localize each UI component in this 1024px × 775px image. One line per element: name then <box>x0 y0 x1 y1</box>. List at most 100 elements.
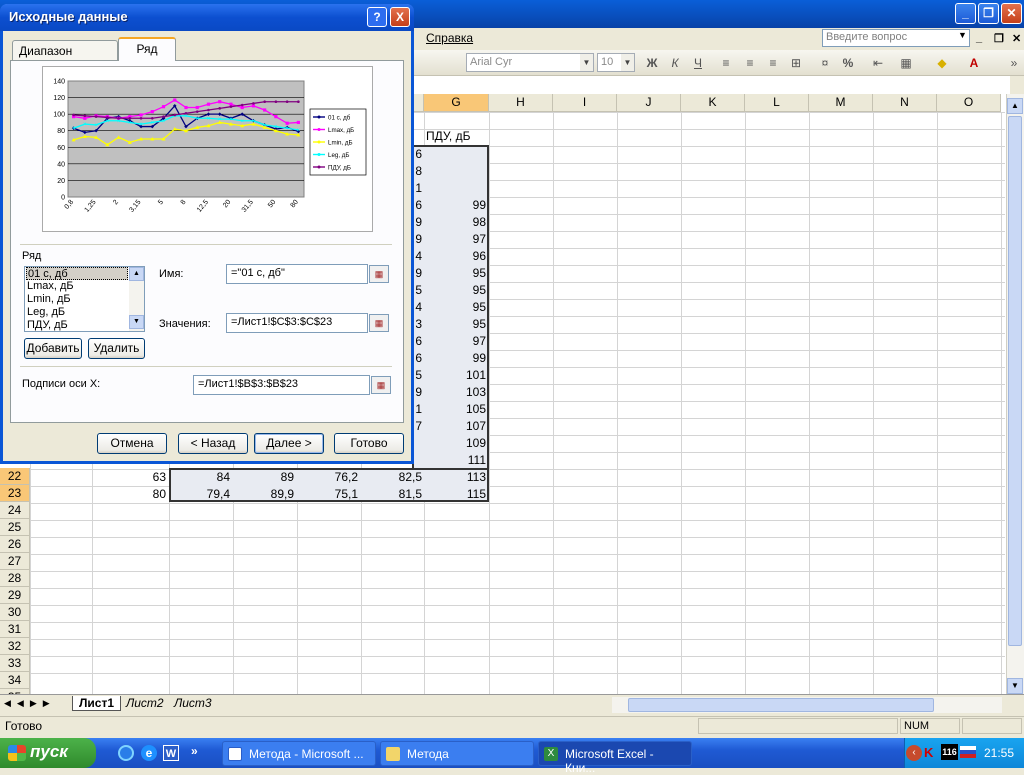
row-header-25[interactable]: 25 <box>0 519 30 536</box>
align-center-icon[interactable]: ≡ <box>740 54 760 72</box>
vertical-scroll-thumb[interactable] <box>1008 116 1022 646</box>
cell-g[interactable]: 103 <box>424 384 489 401</box>
row-header-27[interactable]: 27 <box>0 553 30 570</box>
row-header-23[interactable]: 23 <box>0 485 30 502</box>
cell-e23[interactable]: 75,1 <box>297 486 361 503</box>
tray-badge[interactable]: 116 <box>941 744 958 760</box>
cell-e22[interactable]: 76,2 <box>297 469 361 486</box>
row-header-30[interactable]: 30 <box>0 604 30 621</box>
row-header-34[interactable]: 34 <box>0 672 30 689</box>
column-header-o[interactable]: O <box>937 94 1001 112</box>
bold-button[interactable]: Ж <box>642 54 662 72</box>
sheet-tab-1[interactable]: Лист1 <box>72 696 122 711</box>
fill-color-icon[interactable]: ◆ <box>932 54 952 72</box>
column-header-k[interactable]: K <box>681 94 745 112</box>
finish-button[interactable]: Готово <box>334 433 404 454</box>
cell-g[interactable]: 99 <box>424 197 489 214</box>
word-icon[interactable]: W <box>163 745 179 761</box>
row-header-31[interactable]: 31 <box>0 621 30 638</box>
scroll-up-icon[interactable]: ▲ <box>1007 98 1023 114</box>
doc-close-icon[interactable]: ✕ <box>1012 32 1021 45</box>
collapse-dialog-icon[interactable]: ▦ <box>371 376 391 394</box>
series-list-scrollbar[interactable]: ▲ ▼ <box>129 267 144 331</box>
values-field[interactable]: =Лист1!$C$3:$C$23 <box>226 313 368 333</box>
cell-g[interactable]: 95 <box>424 316 489 333</box>
cell-g[interactable]: 97 <box>424 333 489 350</box>
cell-g2-header[interactable]: ПДУ, дБ <box>424 128 489 145</box>
next-button[interactable]: Далее > <box>254 433 324 454</box>
cell-g[interactable]: 98 <box>424 214 489 231</box>
percent-button[interactable]: % <box>838 54 858 72</box>
series-item-5[interactable]: ПДУ, дБ <box>26 319 128 332</box>
cell-g[interactable]: 95 <box>424 282 489 299</box>
close-button[interactable]: ✕ <box>1001 3 1022 24</box>
column-header-n[interactable]: N <box>873 94 937 112</box>
cell-d23[interactable]: 89,9 <box>233 486 297 503</box>
antivirus-icon[interactable]: K <box>924 745 933 760</box>
font-name-combo[interactable]: Arial Cyr ▼ <box>466 53 594 72</box>
minimize-button[interactable]: _ <box>955 3 976 24</box>
task-excel[interactable]: X Microsoft Excel - Кни... <box>538 741 692 775</box>
doc-minimize-icon[interactable]: _ <box>976 32 982 44</box>
series-item-3[interactable]: Lmin, дБ <box>26 293 128 306</box>
cell-g[interactable]: 99 <box>424 350 489 367</box>
row-header-22[interactable]: 22 <box>0 468 30 485</box>
sheet-tab-3[interactable]: Лист3 <box>174 696 212 710</box>
quicklaunch-more-icon[interactable]: » <box>191 744 198 758</box>
row-header-33[interactable]: 33 <box>0 655 30 672</box>
cell-g23[interactable]: 115 <box>424 486 489 503</box>
language-flag-icon[interactable] <box>960 746 976 758</box>
row-header-26[interactable]: 26 <box>0 536 30 553</box>
add-series-button[interactable]: Добавить <box>24 338 82 359</box>
font-color-icon[interactable]: A <box>964 54 984 72</box>
chevron-down-icon[interactable]: ▼ <box>580 54 593 71</box>
collapse-dialog-icon[interactable]: ▦ <box>369 265 389 283</box>
restore-button[interactable]: ❐ <box>978 3 999 24</box>
cell-g22[interactable]: 113 <box>424 469 489 486</box>
scroll-down-icon[interactable]: ▼ <box>1007 678 1023 694</box>
task-word-document[interactable]: Метода - Microsoft ... <box>222 741 376 766</box>
cell-g[interactable]: 95 <box>424 299 489 316</box>
cell-d22[interactable]: 89 <box>233 469 297 486</box>
remove-series-button[interactable]: Удалить <box>88 338 145 359</box>
help-button[interactable]: ? <box>367 7 387 27</box>
series-item-2[interactable]: Lmax, дБ <box>26 280 128 293</box>
cell-g[interactable]: 107 <box>424 418 489 435</box>
collapse-dialog-icon[interactable]: ▦ <box>369 314 389 332</box>
align-left-icon[interactable]: ≡ <box>716 54 736 72</box>
cell-g[interactable]: 96 <box>424 248 489 265</box>
borders-icon[interactable]: ▦ <box>896 54 916 72</box>
back-button[interactable]: < Назад <box>178 433 248 454</box>
column-header-j[interactable]: J <box>617 94 681 112</box>
series-item-4[interactable]: Leg, дБ <box>26 306 128 319</box>
row-header-24[interactable]: 24 <box>0 502 30 519</box>
ie-icon[interactable]: e <box>141 745 157 761</box>
tab-nav-arrows-icon[interactable]: ◀◀▶▶ <box>4 698 56 709</box>
cell-b23[interactable]: 80 <box>92 486 169 503</box>
cell-b22[interactable]: 63 <box>92 469 169 486</box>
cell-c22[interactable]: 84 <box>169 469 233 486</box>
decrease-indent-icon[interactable]: ⇤ <box>868 54 888 72</box>
currency-icon[interactable]: ¤ <box>815 54 835 72</box>
tab-data-range[interactable]: Диапазон данных <box>12 40 118 72</box>
row-header-29[interactable]: 29 <box>0 587 30 604</box>
menu-help[interactable]: Справка <box>426 31 473 45</box>
merge-center-icon[interactable]: ⊞ <box>786 54 806 72</box>
row-header-28[interactable]: 28 <box>0 570 30 587</box>
ask-question-box[interactable]: Введите вопрос <box>822 29 970 47</box>
toolbar-options-icon[interactable]: » <box>1004 54 1024 72</box>
cell-g[interactable]: 101 <box>424 367 489 384</box>
cell-g[interactable]: 105 <box>424 401 489 418</box>
sheet-tab-2[interactable]: Лист2 <box>126 696 164 710</box>
dialog-close-button[interactable]: X <box>390 7 410 27</box>
cell-g[interactable]: 97 <box>424 231 489 248</box>
align-right-icon[interactable]: ≡ <box>763 54 783 72</box>
cell-g[interactable]: 95 <box>424 265 489 282</box>
column-header-i[interactable]: I <box>553 94 617 112</box>
tab-series[interactable]: Ряд <box>118 37 176 61</box>
chevron-down-icon[interactable]: ▼ <box>621 54 634 71</box>
italic-button[interactable]: К <box>665 54 685 72</box>
doc-restore-icon[interactable]: ❐ <box>994 32 1004 45</box>
cell-g[interactable]: 109 <box>424 435 489 452</box>
cancel-button[interactable]: Отмена <box>97 433 167 454</box>
